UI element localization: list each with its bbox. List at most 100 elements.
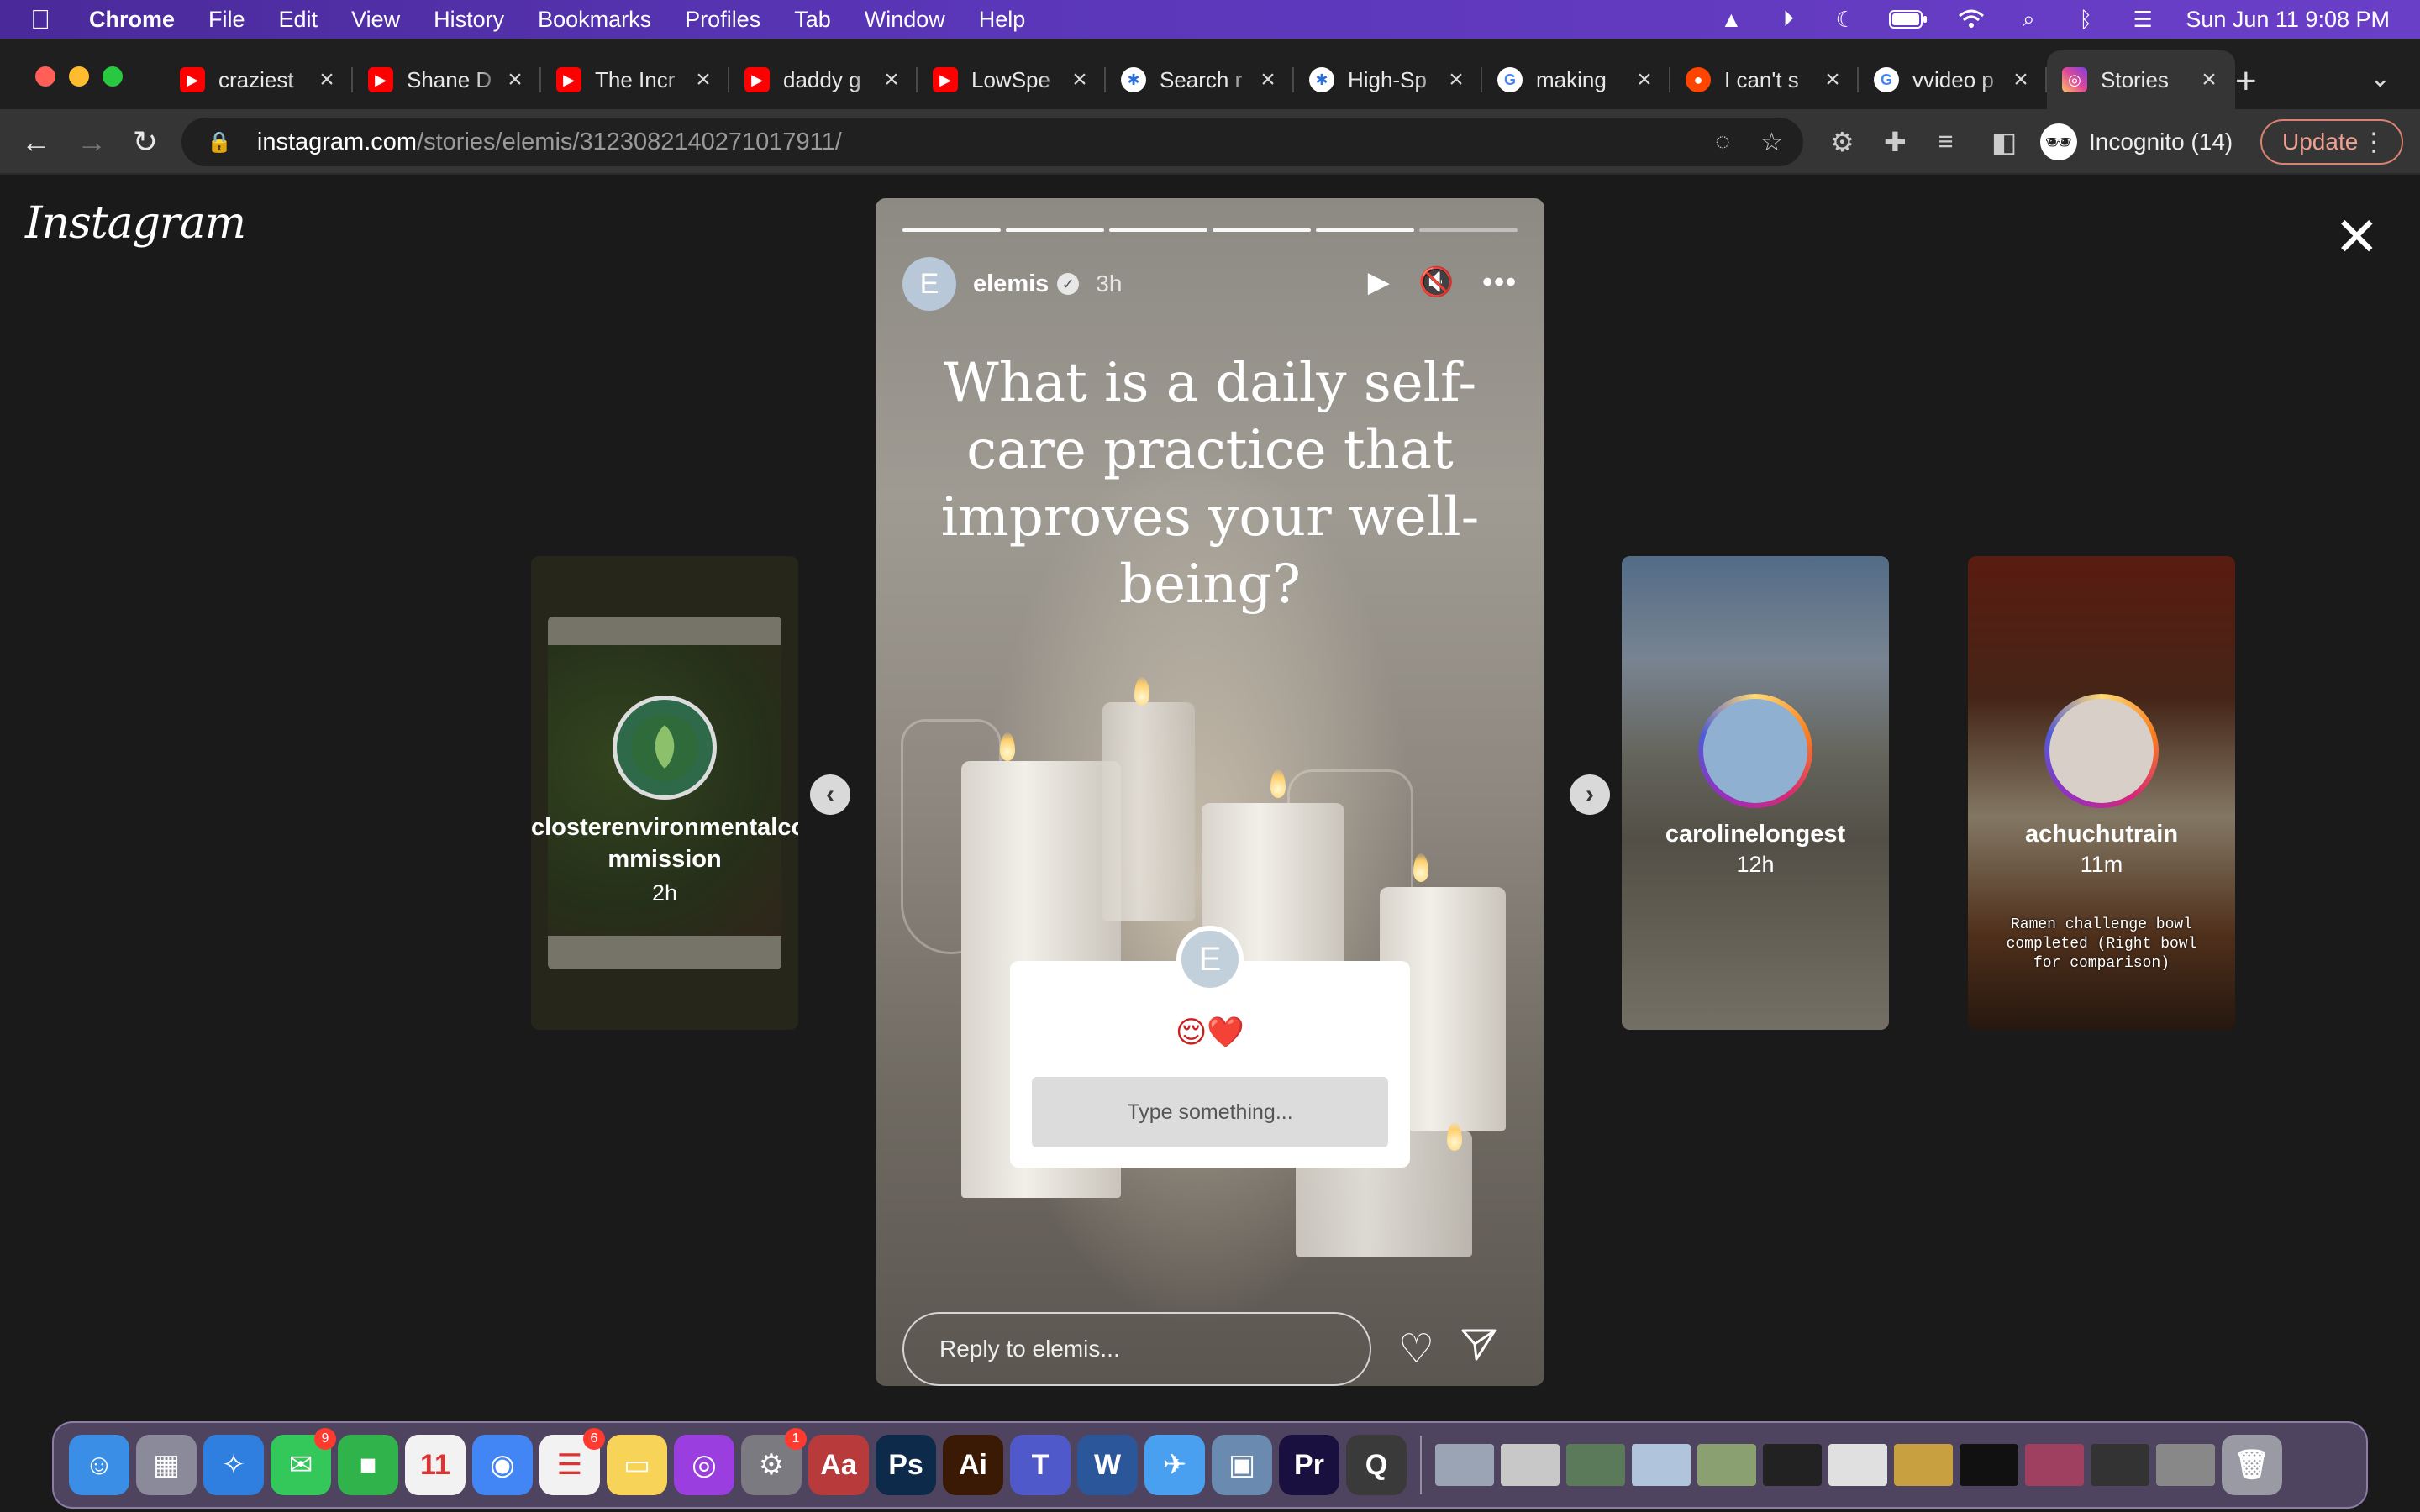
dock-photoshop-icon[interactable]: Ps bbox=[876, 1435, 936, 1495]
close-tab-icon[interactable]: × bbox=[1634, 66, 1655, 94]
dock-minimized-window[interactable] bbox=[1566, 1444, 1625, 1486]
minimize-window-button[interactable] bbox=[69, 66, 89, 87]
zoom-window-button[interactable] bbox=[103, 66, 123, 87]
dock-minimized-window[interactable] bbox=[1501, 1444, 1560, 1486]
story-thumbnail-closterenvironmentalcommission[interactable]: closterenvironmentalco mmission 2h bbox=[531, 556, 798, 1030]
tab-0[interactable]: ▶ craziest × bbox=[165, 50, 353, 109]
like-heart-icon[interactable]: ♡ bbox=[1398, 1326, 1434, 1373]
share-send-icon[interactable] bbox=[1460, 1326, 1498, 1373]
tab-2[interactable]: ▶ The Incr × bbox=[541, 50, 729, 109]
close-tab-icon[interactable]: × bbox=[1069, 66, 1091, 94]
menu-profiles[interactable]: Profiles bbox=[685, 7, 760, 33]
dock-minimized-window[interactable] bbox=[1632, 1444, 1691, 1486]
control-center-icon[interactable]: ☰ bbox=[2128, 7, 2157, 32]
next-story-button[interactable]: › bbox=[1570, 774, 1610, 815]
dock-quicktime-icon[interactable]: Q bbox=[1346, 1435, 1407, 1495]
close-tab-icon[interactable]: × bbox=[504, 66, 526, 94]
tab-8[interactable]: ● I can't s × bbox=[1670, 50, 1859, 109]
bluetooth-icon[interactable]: ᛒ bbox=[2071, 7, 2100, 32]
search-icon[interactable]: ⌕ bbox=[2014, 6, 2043, 31]
more-options-icon[interactable]: ••• bbox=[1482, 266, 1518, 299]
story-thumbnail-achuchutrain[interactable]: achuchutrain 11m Ramen challenge bowl co… bbox=[1968, 556, 2235, 1030]
close-tab-icon[interactable]: × bbox=[1445, 66, 1467, 94]
tab-9[interactable]: Gvvideo p × bbox=[1859, 50, 2047, 109]
dock-minimized-window[interactable] bbox=[1763, 1444, 1822, 1486]
close-tab-icon[interactable]: × bbox=[316, 66, 338, 94]
warning-icon[interactable]: ▲ bbox=[1717, 7, 1745, 32]
avatar[interactable]: E bbox=[902, 257, 956, 311]
story-username[interactable]: elemis bbox=[973, 270, 1049, 298]
moon-icon[interactable]: ☾ bbox=[1831, 7, 1860, 32]
story-thumbnail-carolinelongest[interactable]: carolinelongest 12h bbox=[1622, 556, 1889, 1030]
dock-teams-icon[interactable]: T bbox=[1010, 1435, 1071, 1495]
incognito-profile-button[interactable]: 🕶 Incognito (14) bbox=[2040, 123, 2233, 161]
menu-clock[interactable]: Sun Jun 11 9:08 PM bbox=[2186, 7, 2390, 33]
tab-1[interactable]: ▶ Shane D × bbox=[353, 50, 541, 109]
instagram-logo[interactable]: Instagram bbox=[25, 198, 246, 249]
tab-7[interactable]: Gmaking × bbox=[1482, 50, 1670, 109]
mute-icon[interactable]: 🔇 bbox=[1418, 265, 1454, 299]
close-tab-icon[interactable]: × bbox=[2198, 66, 2220, 94]
dock-minimized-window[interactable] bbox=[1960, 1444, 2018, 1486]
dock-word-icon[interactable]: W bbox=[1077, 1435, 1138, 1495]
back-button[interactable]: ← bbox=[17, 123, 55, 161]
close-tab-icon[interactable]: × bbox=[692, 66, 714, 94]
address-bar[interactable]: 🔒 instagram.com/stories/elemis/312308214… bbox=[182, 118, 1803, 166]
forward-button[interactable]: → bbox=[72, 123, 111, 161]
menu-file[interactable]: File bbox=[208, 7, 245, 33]
active-story[interactable]: E elemis ✓ 3h ▶ 🔇 ••• What is a daily se… bbox=[876, 198, 1544, 1386]
extensions-puzzle-icon[interactable]: ✚ bbox=[1884, 126, 1907, 158]
dock-launchpad-icon[interactable]: ▦ bbox=[136, 1435, 197, 1495]
reload-button[interactable]: ↻ bbox=[126, 123, 165, 161]
dock-messages-icon[interactable]: ✉ 9 bbox=[271, 1428, 336, 1495]
menu-history[interactable]: History bbox=[434, 7, 504, 33]
tab-5[interactable]: ✱ Search r × bbox=[1106, 50, 1294, 109]
bookmark-star-icon[interactable]: ☆ bbox=[1760, 128, 1783, 157]
menu-app-chrome[interactable]: Chrome bbox=[89, 7, 175, 33]
dock-minimized-window[interactable] bbox=[2025, 1444, 2084, 1486]
dock-notes-icon[interactable]: ▭ bbox=[607, 1435, 667, 1495]
dock-minimized-window[interactable] bbox=[1828, 1444, 1887, 1486]
side-panel-icon[interactable]: ◧ bbox=[1991, 126, 2017, 158]
more-menu-icon[interactable]: ⋮ bbox=[2361, 128, 2386, 157]
close-window-button[interactable] bbox=[35, 66, 55, 87]
menu-window[interactable]: Window bbox=[865, 7, 945, 33]
dock-safari-icon[interactable]: ✧ bbox=[203, 1435, 264, 1495]
dock-finder-icon[interactable]: ☺ bbox=[69, 1435, 129, 1495]
menu-bookmarks[interactable]: Bookmarks bbox=[538, 7, 651, 33]
dock-facetime-icon[interactable]: ■ bbox=[338, 1435, 398, 1495]
tab-4[interactable]: ▶ LowSpe × bbox=[918, 50, 1106, 109]
dock-illustrator-icon[interactable]: Ai bbox=[943, 1435, 1003, 1495]
dock-trash-icon[interactable]: 🗑 bbox=[2222, 1435, 2282, 1495]
lock-icon[interactable]: 🔒 bbox=[207, 130, 232, 155]
apple-menu-icon[interactable]:  bbox=[30, 4, 72, 35]
menu-help[interactable]: Help bbox=[979, 7, 1026, 33]
play-icon[interactable]: ▶ bbox=[1368, 265, 1390, 299]
dock-minimized-window[interactable] bbox=[1894, 1444, 1953, 1486]
close-stories-button[interactable]: ✕ bbox=[2334, 210, 2380, 264]
dock-minimized-window[interactable] bbox=[1697, 1444, 1756, 1486]
battery-icon[interactable] bbox=[1888, 8, 1928, 31]
extension-gear-icon[interactable]: ⚙ bbox=[1830, 126, 1854, 158]
reply-input[interactable]: Reply to elemis... bbox=[902, 1312, 1371, 1386]
play-circle-icon[interactable]: ⏵ bbox=[1774, 6, 1802, 31]
dock-minimized-window[interactable] bbox=[1435, 1444, 1494, 1486]
dock-reminders-icon[interactable]: ☰ 6 bbox=[539, 1428, 605, 1495]
dock-dictionary-icon[interactable]: Aa bbox=[808, 1435, 869, 1495]
tab-3[interactable]: ▶ daddy g × bbox=[729, 50, 918, 109]
update-button[interactable]: Update ⋮ bbox=[2260, 119, 2403, 165]
new-tab-button[interactable]: + bbox=[2235, 60, 2257, 102]
close-tab-icon[interactable]: × bbox=[1257, 66, 1279, 94]
close-tab-icon[interactable]: × bbox=[2010, 66, 2032, 94]
question-answer-input[interactable]: Type something... bbox=[1032, 1077, 1388, 1147]
previous-story-button[interactable]: ‹ bbox=[810, 774, 850, 815]
dock-minimized-window[interactable] bbox=[2156, 1444, 2215, 1486]
dock-minimized-window[interactable] bbox=[2091, 1444, 2149, 1486]
wifi-icon[interactable] bbox=[1957, 8, 1986, 31]
close-tab-icon[interactable]: × bbox=[881, 66, 902, 94]
eye-off-icon[interactable]: ◌ bbox=[1715, 128, 1730, 157]
dock-preview-icon[interactable]: ▣ bbox=[1212, 1435, 1272, 1495]
tab-search-chevron-icon[interactable]: ⌄ bbox=[2370, 64, 2391, 93]
media-queue-icon[interactable]: ≡ bbox=[1938, 126, 1954, 157]
dock-system-settings-icon[interactable]: ⚙ 1 bbox=[741, 1428, 807, 1495]
